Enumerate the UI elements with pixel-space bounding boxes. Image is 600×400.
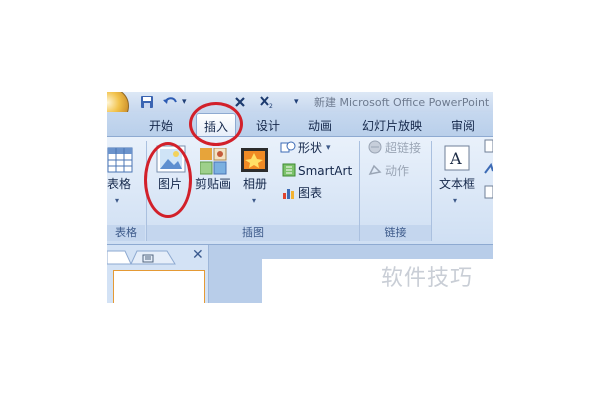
tab-slideshow[interactable]: 幻灯片放映 bbox=[362, 117, 422, 134]
tab-home[interactable]: 开始 bbox=[149, 117, 173, 134]
date-time-icon[interactable] bbox=[484, 185, 493, 199]
slide-thumbnail[interactable] bbox=[113, 270, 205, 303]
slides-panel: ✕ bbox=[107, 245, 209, 303]
wordart-icon[interactable] bbox=[484, 163, 493, 177]
hyperlink-button-label[interactable]: 超链接 bbox=[385, 141, 421, 155]
ribbon-tabs: 开始 插入 设计 动画 幻灯片放映 审阅 bbox=[107, 112, 493, 137]
textbox-button-label[interactable]: 文本框 bbox=[439, 177, 475, 191]
action-button-label[interactable]: 动作 bbox=[385, 164, 409, 178]
cut-icon[interactable] bbox=[234, 96, 246, 108]
textbox-dropdown-icon[interactable]: ▾ bbox=[453, 194, 457, 208]
qat-customize-icon[interactable]: ▾ bbox=[294, 95, 299, 109]
table-button-label[interactable]: 表格 bbox=[107, 177, 131, 191]
highlight-circle-picture-button bbox=[144, 142, 192, 218]
undo-icon[interactable] bbox=[162, 95, 178, 109]
chart-button-label[interactable]: 图表 bbox=[298, 186, 322, 200]
shapes-button-label[interactable]: 形状 bbox=[298, 141, 322, 155]
photo-album-icon[interactable] bbox=[240, 147, 270, 175]
highlight-circle-insert-tab bbox=[189, 102, 243, 146]
svg-text:2: 2 bbox=[269, 103, 273, 109]
shapes-icon[interactable] bbox=[280, 140, 296, 154]
action-icon[interactable] bbox=[367, 163, 383, 177]
illustrations-group-label: 插图 bbox=[147, 225, 359, 241]
tab-animation[interactable]: 动画 bbox=[308, 117, 332, 134]
shapes-dropdown-icon[interactable]: ▾ bbox=[326, 141, 331, 155]
hyperlink-icon[interactable] bbox=[367, 140, 383, 154]
smartart-icon[interactable] bbox=[282, 163, 296, 177]
chart-icon[interactable] bbox=[282, 186, 296, 200]
title-bar: ▾ 2 ▾ 新建 Microsoft Office PowerPoint bbox=[107, 92, 493, 124]
group-divider bbox=[431, 141, 432, 241]
tab-review[interactable]: 审阅 bbox=[451, 117, 475, 134]
clipart-icon[interactable] bbox=[200, 148, 228, 176]
textbox-icon[interactable]: A bbox=[444, 145, 470, 171]
smartart-button-label[interactable]: SmartArt bbox=[298, 164, 352, 178]
tab-design[interactable]: 设计 bbox=[256, 117, 280, 134]
table-dropdown-icon[interactable]: ▾ bbox=[115, 194, 119, 208]
svg-text:A: A bbox=[449, 149, 462, 168]
photo-album-dropdown-icon[interactable]: ▾ bbox=[252, 194, 256, 208]
tables-group-label: 表格 bbox=[107, 225, 145, 241]
clipart-button-label[interactable]: 剪贴画 bbox=[195, 177, 231, 191]
watermark: 软件技巧 bbox=[381, 266, 474, 291]
save-icon[interactable] bbox=[140, 95, 154, 109]
window-title: 新建 Microsoft Office PowerPoint bbox=[314, 96, 490, 109]
table-icon[interactable] bbox=[107, 147, 133, 173]
links-group-label: 链接 bbox=[360, 225, 431, 241]
header-footer-icon[interactable] bbox=[484, 139, 493, 153]
subscript-icon[interactable]: 2 bbox=[260, 96, 274, 109]
photo-album-button-label[interactable]: 相册 bbox=[243, 177, 267, 191]
close-panel-icon[interactable]: ✕ bbox=[192, 247, 204, 263]
undo-dropdown-icon[interactable]: ▾ bbox=[182, 95, 187, 109]
